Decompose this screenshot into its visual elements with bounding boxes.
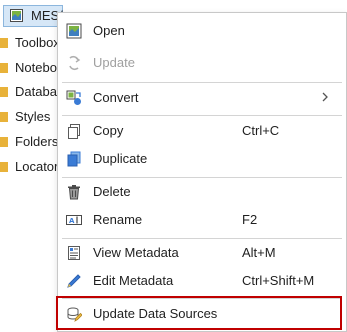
rename-icon: A xyxy=(66,212,82,228)
menu-item-rename[interactable]: A Rename F2 xyxy=(58,206,346,234)
folder-icon xyxy=(0,86,8,98)
duplicate-icon xyxy=(66,151,82,167)
tree-item-label: Toolbox xyxy=(15,35,60,50)
tree-item-label: Folders xyxy=(15,134,59,149)
tree-item-selected-map[interactable]: MES/ xyxy=(3,5,63,27)
tree-item-label: Notebo xyxy=(15,60,57,75)
menu-item-copy[interactable]: Copy Ctrl+C xyxy=(58,117,346,145)
menu-item-label: Delete xyxy=(93,184,131,199)
context-menu: Open Update Convert Copy Ctrl+C Duplicat… xyxy=(56,12,347,332)
menu-separator xyxy=(62,82,342,83)
menu-item-shortcut: Ctrl+Shift+M xyxy=(242,273,315,288)
folder-icon xyxy=(0,161,8,173)
menu-item-update-data-sources[interactable]: Update Data Sources xyxy=(56,296,346,330)
map-icon xyxy=(10,9,23,22)
menu-item-duplicate[interactable]: Duplicate xyxy=(58,145,346,173)
menu-item-shortcut: F2 xyxy=(242,212,258,227)
folder-icon xyxy=(0,62,8,74)
menu-item-label: Update Data Sources xyxy=(93,306,218,321)
menu-item-shortcut: Ctrl+C xyxy=(242,123,280,138)
svg-text:A: A xyxy=(69,217,75,225)
menu-item-delete[interactable]: Delete xyxy=(58,178,346,206)
menu-item-convert[interactable]: Convert xyxy=(58,84,346,112)
menu-item-label: Convert xyxy=(93,90,139,105)
menu-item-view-metadata[interactable]: View Metadata Alt+M xyxy=(58,239,346,267)
copy-icon xyxy=(66,123,82,139)
trash-icon xyxy=(66,184,82,200)
menu-item-label: Rename xyxy=(93,212,143,227)
tree-item-label: Styles xyxy=(15,109,51,124)
menu-item-label: Duplicate xyxy=(93,151,148,166)
folder-icon xyxy=(0,111,8,123)
chevron-right-icon xyxy=(320,90,330,104)
folder-icon xyxy=(0,37,8,49)
edit-metadata-icon xyxy=(66,273,82,289)
convert-icon xyxy=(66,90,82,106)
folder-icon xyxy=(0,136,8,148)
menu-item-shortcut: Alt+M xyxy=(242,245,276,260)
menu-item-label: View Metadata xyxy=(93,245,179,260)
menu-item-label: Open xyxy=(93,23,125,38)
map-open-icon xyxy=(66,23,82,39)
update-data-sources-icon xyxy=(66,306,82,322)
menu-item-label: Update xyxy=(93,55,135,70)
menu-item-label: Copy xyxy=(93,123,124,138)
menu-item-edit-metadata[interactable]: Edit Metadata Ctrl+Shift+M xyxy=(58,267,346,295)
view-metadata-icon xyxy=(66,245,82,261)
menu-item-open[interactable]: Open xyxy=(58,17,346,45)
menu-item-update[interactable]: Update xyxy=(58,49,346,77)
update-icon xyxy=(66,55,82,71)
menu-item-label: Edit Metadata xyxy=(93,273,174,288)
menu-separator xyxy=(62,115,342,116)
